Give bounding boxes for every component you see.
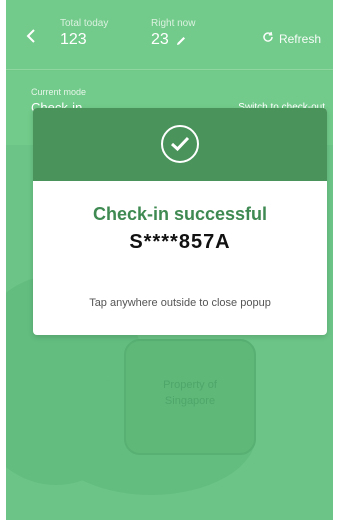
popup-header (33, 108, 327, 181)
card-text-line2: Singapore (164, 395, 216, 407)
app-screen: Total today 123 Right now 23 Refresh Cur… (6, 0, 333, 520)
scanned-card: Property of Singapore (124, 339, 256, 455)
total-today-number: 123 (60, 31, 87, 48)
total-today-stat: Total today 123 (60, 18, 108, 49)
success-popup: Check-in successful S****857A Tap anywhe… (33, 108, 327, 335)
right-now-number: 23 (151, 31, 169, 48)
refresh-button[interactable]: Refresh (262, 31, 321, 46)
close-hint: Tap anywhere outside to close popup (89, 297, 271, 309)
pencil-icon[interactable] (175, 34, 187, 46)
chevron-left-icon[interactable] (24, 27, 38, 45)
refresh-label: Refresh (278, 31, 321, 46)
header-bar: Total today 123 Right now 23 Refresh (6, 0, 333, 70)
total-today-label: Total today (60, 18, 109, 29)
right-now-label: Right now (151, 18, 196, 29)
masked-id: S****857A (129, 231, 231, 253)
mode-label: Current mode (31, 87, 87, 97)
check-circle-icon (161, 125, 199, 163)
popup-title: Check-in successful (92, 204, 268, 224)
refresh-icon (262, 31, 274, 46)
card-text-line1: Property of (163, 379, 217, 391)
right-now-stat: Right now 23 (151, 18, 195, 49)
right-now-value: 23 (151, 31, 195, 49)
total-today-value: 123 (60, 31, 108, 49)
